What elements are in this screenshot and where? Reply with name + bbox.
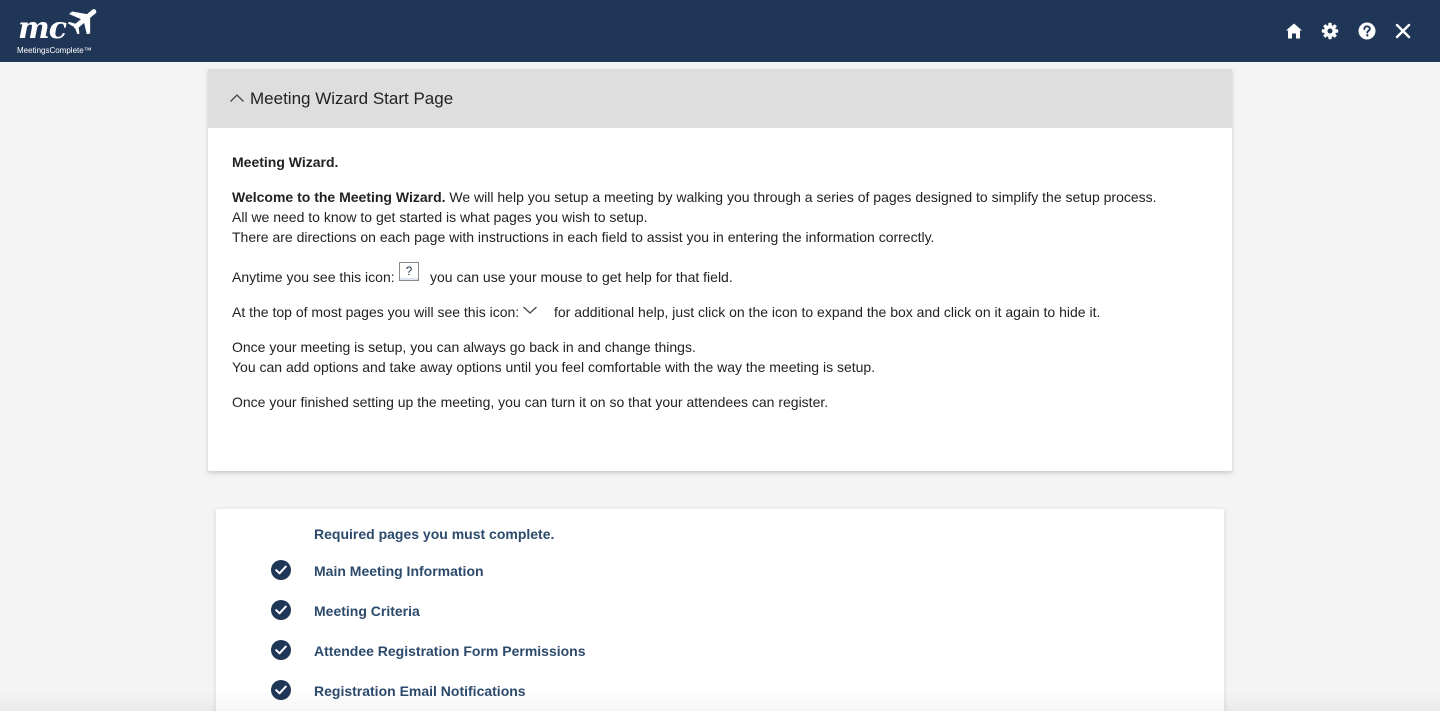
check-circle-icon — [271, 560, 291, 580]
help-icon-text-after: you can use your mouse to get help for t… — [430, 269, 733, 285]
wizard-heading: Meeting Wizard. — [232, 154, 339, 170]
expand-icon-text-before: At the top of most pages you will see th… — [232, 304, 520, 320]
help-icon[interactable] — [1358, 22, 1376, 40]
required-item-label[interactable]: Attendee Registration Form Permissions — [314, 642, 586, 660]
check-circle-icon — [271, 600, 291, 620]
logo-mark: mc — [18, 11, 67, 46]
required-item-meeting-criteria[interactable]: Meeting Criteria — [271, 600, 871, 622]
required-pages-card: Required pages you must complete. Main M… — [216, 509, 1224, 711]
panel-header-collapse-toggle[interactable]: Meeting Wizard Start Page — [208, 69, 1232, 128]
required-item-attendee-registration-form-permissions[interactable]: Attendee Registration Form Permissions — [271, 640, 871, 662]
required-item-label[interactable]: Registration Email Notifications — [314, 682, 526, 700]
logo-wordmark: MeetingsComplete™ — [17, 46, 92, 55]
info-line-6: Once your meeting is setup, you can alwa… — [232, 339, 696, 355]
required-item-main-meeting-information[interactable]: Main Meeting Information — [271, 560, 871, 582]
top-navigation-bar: mc MeetingsComplete™ — [0, 0, 1440, 62]
gear-icon[interactable] — [1321, 22, 1339, 40]
required-pages-title: Required pages you must complete. — [314, 526, 555, 542]
required-item-registration-email-notifications[interactable]: Registration Email Notifications — [271, 680, 871, 702]
close-icon[interactable] — [1394, 22, 1412, 40]
expand-icon-text-after: for additional help, just click on the i… — [554, 304, 1101, 320]
home-icon[interactable] — [1285, 22, 1303, 40]
airplane-icon — [68, 9, 97, 34]
intro-line-2: All we need to know to get started is wh… — [232, 209, 648, 225]
required-item-label[interactable]: Meeting Criteria — [314, 602, 420, 620]
required-item-label[interactable]: Main Meeting Information — [314, 562, 484, 580]
check-circle-icon — [271, 640, 291, 660]
info-line-7: You can add options and take away option… — [232, 359, 876, 375]
welcome-text: We will help you setup a meeting by walk… — [445, 189, 1157, 205]
chevron-up-icon — [230, 94, 244, 102]
check-circle-icon — [271, 680, 291, 700]
meetingscomplete-logo[interactable]: mc MeetingsComplete™ — [14, 4, 106, 58]
help-icon-text-before: Anytime you see this icon: — [232, 269, 395, 285]
info-line-8: Once your finished setting up the meetin… — [232, 394, 829, 410]
welcome-bold-text: Welcome to the Meeting Wizard. — [232, 189, 446, 205]
welcome-paragraph: Welcome to the Meeting Wizard. We will h… — [232, 187, 1157, 207]
meeting-wizard-start-panel: Meeting Wizard Start Page Meeting Wizard… — [208, 69, 1232, 471]
intro-line-3: There are directions on each page with i… — [232, 229, 935, 245]
field-help-icon[interactable]: ? — [399, 262, 419, 281]
panel-title: Meeting Wizard Start Page — [250, 89, 454, 108]
chevron-down-icon — [523, 306, 537, 314]
